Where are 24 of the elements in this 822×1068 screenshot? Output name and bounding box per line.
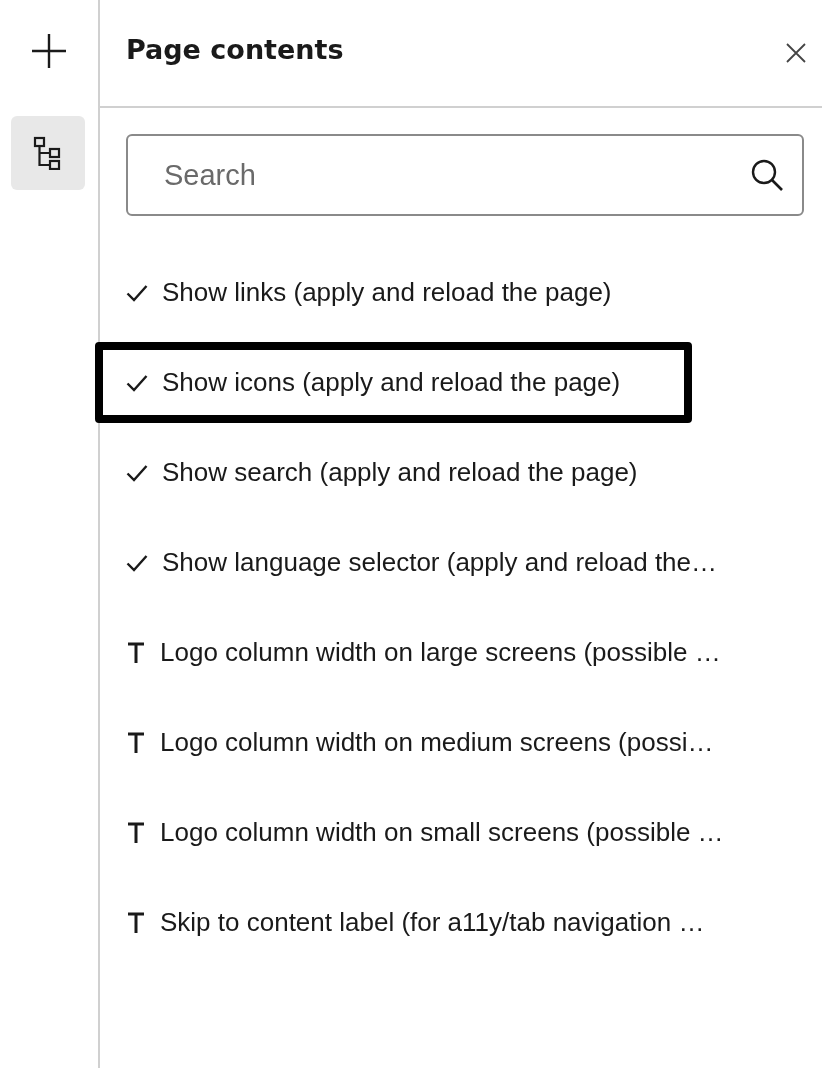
menu-item[interactable]: Show links (apply and reload the page)	[95, 252, 684, 333]
menu-item[interactable]: Logo column width on large screens (possible …	[95, 612, 793, 693]
check-icon	[126, 373, 148, 392]
panel-title: Page contents	[126, 33, 344, 67]
text-icon	[126, 731, 146, 754]
tree-view-button[interactable]	[11, 116, 85, 190]
plus-icon	[31, 33, 67, 69]
search-field[interactable]: Search	[126, 134, 804, 216]
tree-icon	[33, 136, 63, 170]
check-icon	[126, 553, 148, 572]
menu-item[interactable]: Logo column width on small screens (possible …	[95, 792, 796, 873]
menu-item[interactable]: Skip to content label (for a11y/tab navigation …	[95, 882, 777, 963]
check-icon	[126, 283, 148, 302]
menu-item[interactable]: Show language selector (apply and reload the…	[95, 522, 790, 603]
text-icon	[126, 821, 146, 844]
search-icon	[750, 158, 784, 192]
search-input[interactable]: Search	[162, 157, 750, 193]
menu-item[interactable]: Logo column width on medium screens (possi…	[95, 702, 786, 783]
check-icon	[126, 463, 148, 482]
text-icon	[126, 641, 146, 664]
close-icon	[786, 43, 806, 63]
menu-item[interactable]: Show icons (apply and reload the page)	[95, 342, 693, 423]
text-icon	[126, 911, 146, 934]
menu-item[interactable]: Show search (apply and reload the page)	[95, 432, 710, 513]
